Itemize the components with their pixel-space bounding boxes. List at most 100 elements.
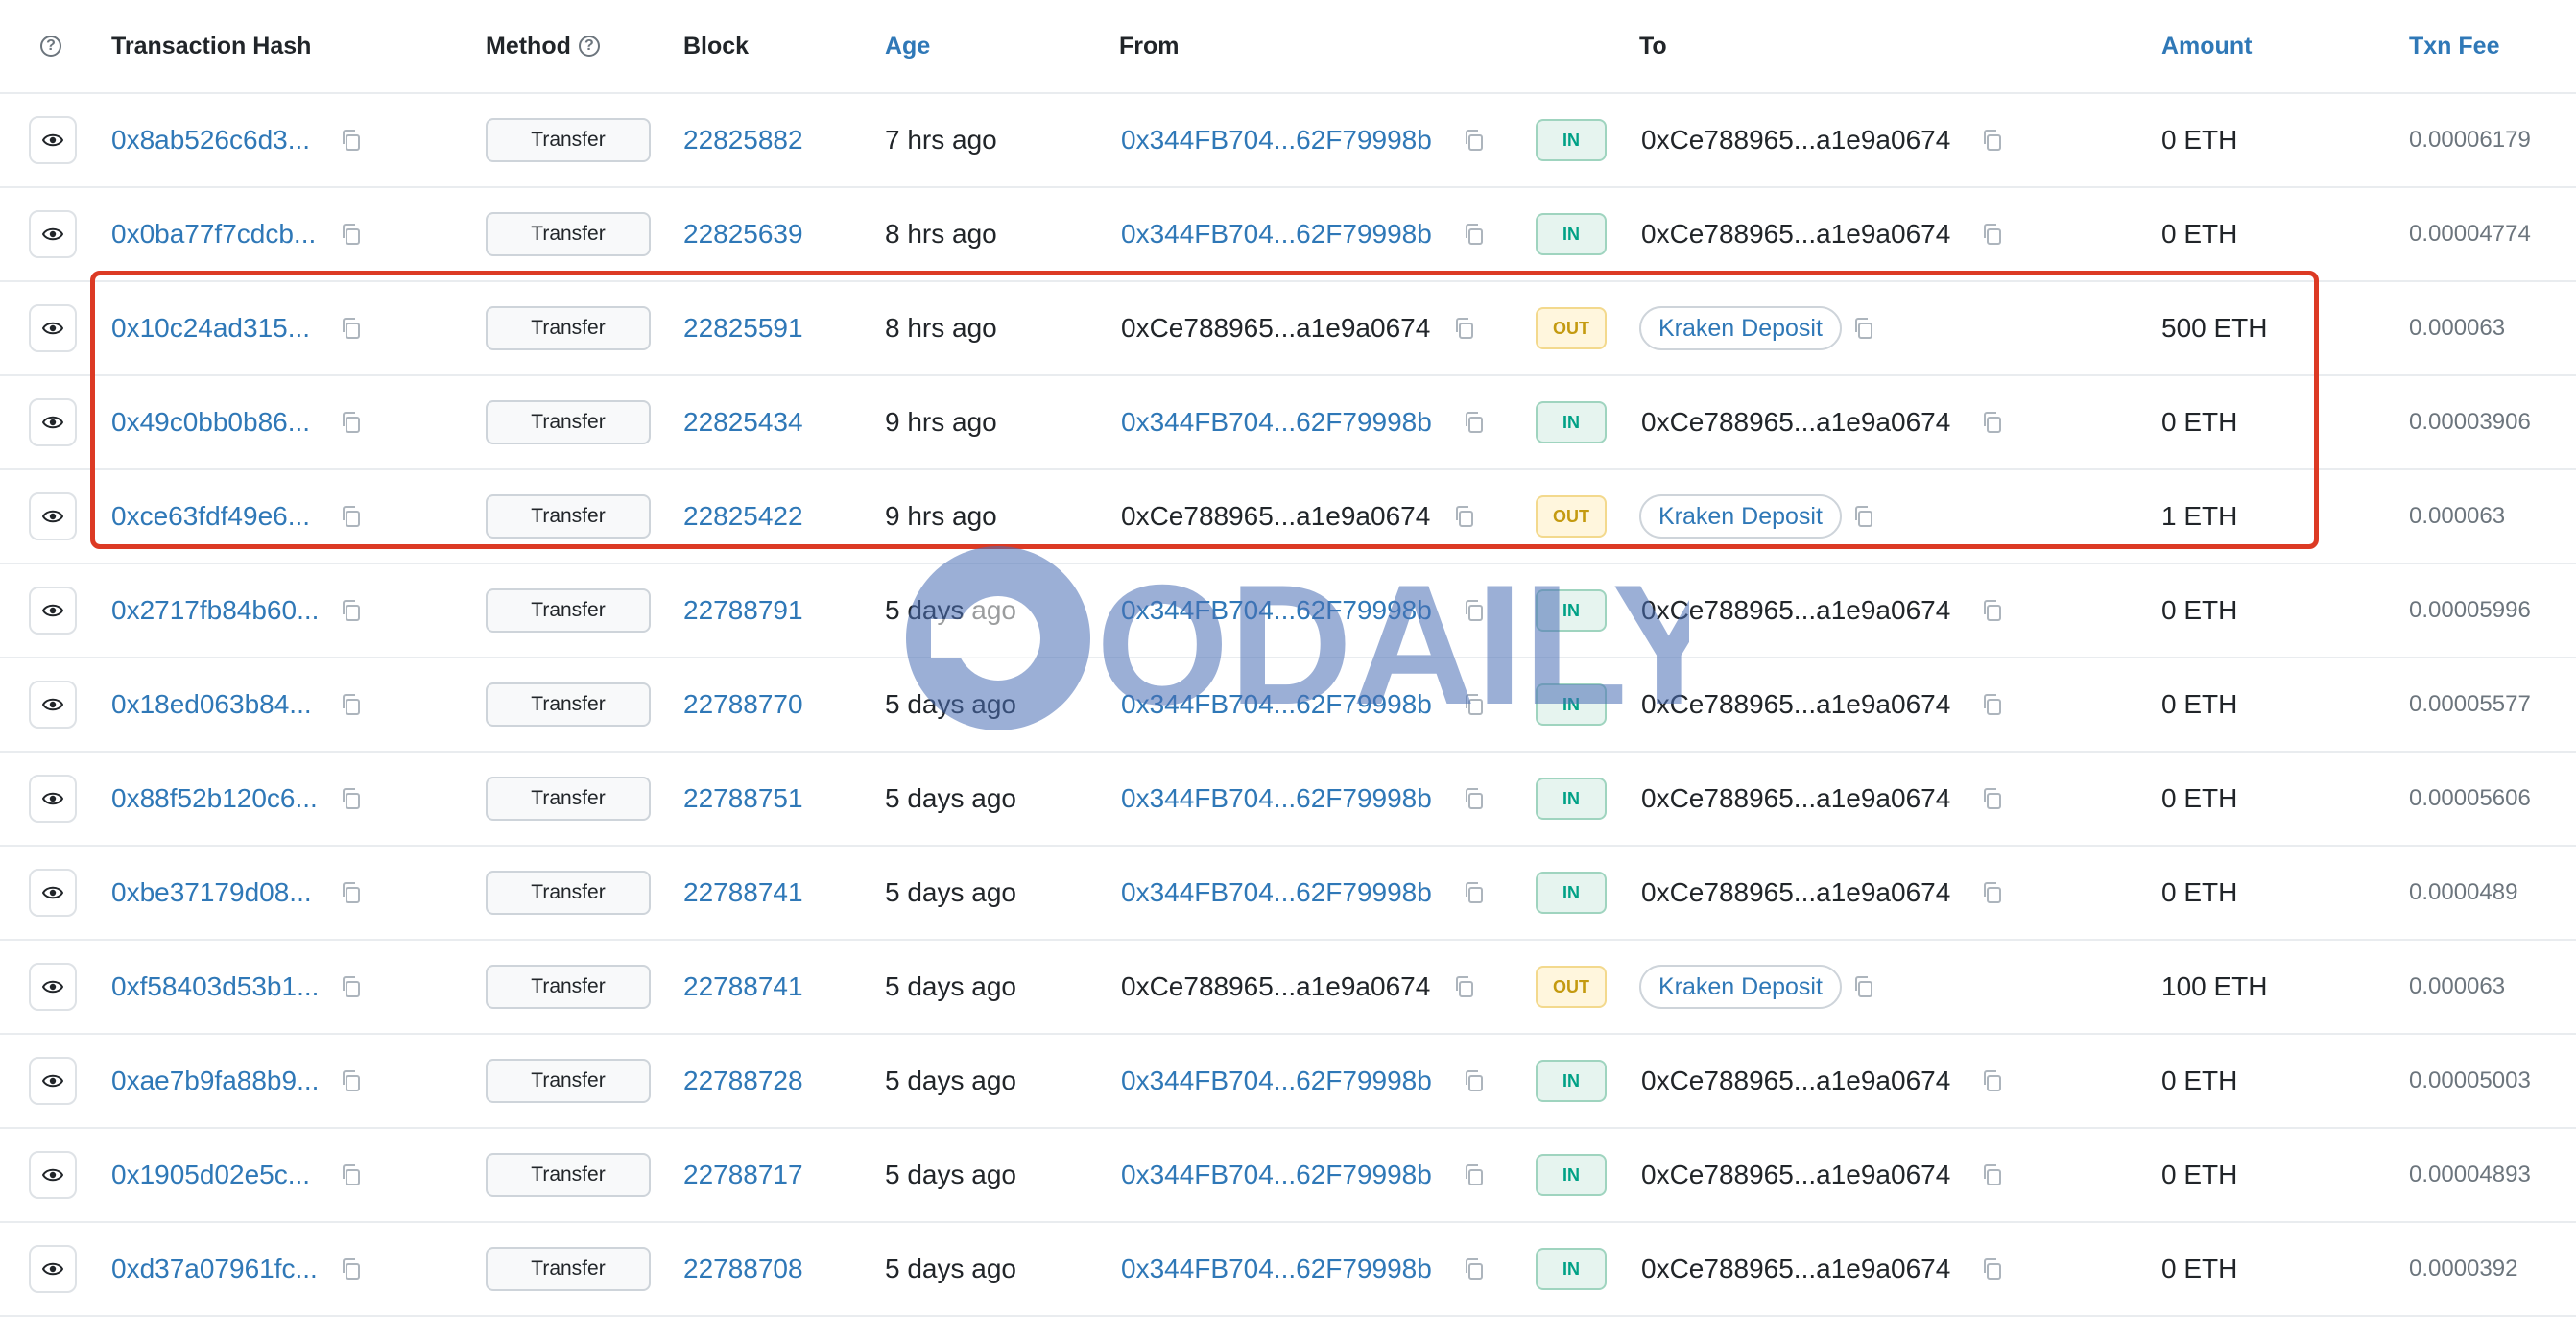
copy-icon[interactable] [1463,599,1486,622]
transaction-hash-link[interactable]: 0x49c0bb0b86... [111,407,310,438]
view-details-button[interactable] [29,116,77,164]
view-details-button[interactable] [29,775,77,823]
header-txn-fee-toggle[interactable]: Txn Fee [2409,0,2499,92]
copy-icon[interactable] [1463,1257,1486,1281]
copy-icon[interactable] [1463,223,1486,246]
view-details-button[interactable] [29,1245,77,1293]
transaction-hash-link[interactable]: 0x18ed063b84... [111,689,312,720]
from-address[interactable]: 0x344FB704...62F79998b [1121,877,1432,908]
copy-icon[interactable] [1463,1163,1486,1186]
transaction-hash-link[interactable]: 0x0ba77f7cdcb... [111,219,316,250]
copy-icon[interactable] [340,1163,363,1186]
copy-icon[interactable] [340,975,363,998]
question-circle-icon[interactable]: ? [578,36,600,57]
kraken-deposit-link[interactable]: Kraken Deposit [1639,965,1842,1009]
block-link[interactable]: 22825882 [683,125,803,156]
copy-icon[interactable] [1463,787,1486,810]
copy-icon[interactable] [340,1069,363,1092]
block-link[interactable]: 22788741 [683,971,803,1002]
transaction-hash-link[interactable]: 0xae7b9fa88b9... [111,1066,319,1096]
copy-icon[interactable] [340,599,363,622]
header-amount-toggle[interactable]: Amount [2161,0,2252,92]
header-age-toggle[interactable]: Age [885,0,930,92]
from-address[interactable]: 0x344FB704...62F79998b [1121,407,1432,438]
from-address[interactable]: 0x344FB704...62F79998b [1121,783,1432,814]
from-address[interactable]: 0x344FB704...62F79998b [1121,125,1432,156]
copy-icon[interactable] [1463,881,1486,904]
view-details-button[interactable] [29,492,77,540]
view-details-button[interactable] [29,587,77,635]
block-link[interactable]: 22825591 [683,313,803,344]
copy-icon[interactable] [1453,505,1476,528]
copy-icon[interactable] [1981,1163,2004,1186]
transaction-hash-link[interactable]: 0x88f52b120c6... [111,783,318,814]
copy-icon[interactable] [340,1257,363,1281]
transaction-hash-link[interactable]: 0xd37a07961fc... [111,1254,318,1284]
copy-icon[interactable] [1981,599,2004,622]
copy-icon[interactable] [1852,505,1875,528]
copy-icon[interactable] [1453,317,1476,340]
transaction-hash-link[interactable]: 0x2717fb84b60... [111,595,319,626]
to-address: 0xCe788965...a1e9a0674 [1641,595,1951,625]
copy-icon[interactable] [1463,1069,1486,1092]
copy-icon[interactable] [1981,693,2004,716]
question-circle-icon[interactable]: ? [40,36,61,57]
copy-icon[interactable] [1463,129,1486,152]
view-details-button[interactable] [29,304,77,352]
transaction-hash-link[interactable]: 0xf58403d53b1... [111,971,319,1002]
view-details-button[interactable] [29,398,77,446]
view-details-button[interactable] [29,210,77,258]
block-link[interactable]: 22825639 [683,219,803,250]
copy-icon[interactable] [340,129,363,152]
copy-icon[interactable] [1981,881,2004,904]
block-link[interactable]: 22788708 [683,1254,803,1284]
kraken-deposit-link[interactable]: Kraken Deposit [1639,306,1842,350]
amount-text: 0 ETH [2161,1066,2238,1095]
from-address[interactable]: 0x344FB704...62F79998b [1121,689,1432,720]
view-details-button[interactable] [29,1057,77,1105]
from-address[interactable]: 0x344FB704...62F79998b [1121,219,1432,250]
copy-icon[interactable] [1981,411,2004,434]
copy-icon[interactable] [1981,1257,2004,1281]
block-link[interactable]: 22825422 [683,501,803,532]
copy-icon[interactable] [340,223,363,246]
copy-icon[interactable] [1852,317,1875,340]
block-link[interactable]: 22825434 [683,407,803,438]
copy-icon[interactable] [1453,975,1476,998]
copy-icon[interactable] [1981,223,2004,246]
transaction-hash-link[interactable]: 0x8ab526c6d3... [111,125,310,156]
copy-icon[interactable] [340,787,363,810]
block-link[interactable]: 22788770 [683,689,803,720]
copy-icon[interactable] [1981,1069,2004,1092]
block-link[interactable]: 22788791 [683,595,803,626]
fee-cell: 0.00005003 [2409,1035,2531,1127]
copy-icon[interactable] [340,881,363,904]
transaction-hash-link[interactable]: 0x10c24ad315... [111,313,310,344]
block-link[interactable]: 22788741 [683,877,803,908]
view-details-button[interactable] [29,963,77,1011]
copy-icon[interactable] [1981,787,2004,810]
copy-icon[interactable] [1981,129,2004,152]
block-link[interactable]: 22788751 [683,783,803,814]
copy-icon[interactable] [340,411,363,434]
view-details-button[interactable] [29,681,77,729]
copy-icon[interactable] [1852,975,1875,998]
view-details-button[interactable] [29,869,77,917]
copy-icon[interactable] [340,317,363,340]
copy-icon[interactable] [1463,411,1486,434]
transaction-hash-link[interactable]: 0xce63fdf49e6... [111,501,310,532]
kraken-deposit-link[interactable]: Kraken Deposit [1639,494,1842,539]
transaction-hash-link[interactable]: 0xbe37179d08... [111,877,312,908]
copy-icon[interactable] [340,693,363,716]
from-address[interactable]: 0x344FB704...62F79998b [1121,1254,1432,1284]
view-details-button[interactable] [29,1151,77,1199]
copy-icon[interactable] [340,505,363,528]
from-address[interactable]: 0x344FB704...62F79998b [1121,595,1432,626]
view-cell [29,753,77,845]
copy-icon[interactable] [1463,693,1486,716]
from-address[interactable]: 0x344FB704...62F79998b [1121,1066,1432,1096]
transaction-hash-link[interactable]: 0x1905d02e5c... [111,1160,310,1190]
block-link[interactable]: 22788728 [683,1066,803,1096]
block-link[interactable]: 22788717 [683,1160,803,1190]
from-address[interactable]: 0x344FB704...62F79998b [1121,1160,1432,1190]
